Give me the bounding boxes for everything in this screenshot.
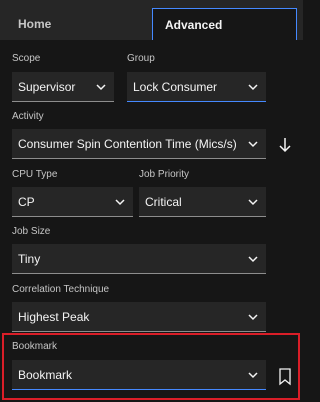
chevron-down-icon: [115, 199, 125, 206]
job-priority-label: Job Priority: [139, 169, 190, 180]
activity-label: Activity: [12, 111, 44, 122]
chevron-down-icon: [248, 256, 258, 263]
scope-value: Supervisor: [18, 80, 76, 94]
job-priority-select[interactable]: Critical: [139, 187, 266, 217]
tab-home[interactable]: Home: [6, 8, 152, 40]
bookmark-value: Bookmark: [18, 368, 73, 382]
bookmark-label: Bookmark: [12, 341, 58, 352]
group-value: Lock Consumer: [133, 80, 218, 94]
bookmark-select[interactable]: Bookmark: [12, 360, 266, 390]
chevron-down-icon: [248, 372, 258, 379]
arrow-down-icon[interactable]: [278, 137, 292, 153]
job-size-label: Job Size: [12, 226, 51, 237]
cpu-type-label: CPU Type: [12, 169, 58, 180]
scope-select[interactable]: Supervisor: [12, 72, 114, 102]
correlation-value: Highest Peak: [18, 310, 90, 324]
cpu-type-value: CP: [18, 195, 35, 209]
activity-select[interactable]: Consumer Spin Contention Time (Mics/s): [12, 129, 266, 159]
tab-advanced[interactable]: Advanced: [152, 8, 297, 40]
chevron-down-icon: [248, 84, 258, 91]
job-size-value: Tiny: [18, 252, 41, 266]
group-label: Group: [127, 53, 155, 64]
job-size-select[interactable]: Tiny: [12, 244, 266, 274]
cpu-type-select[interactable]: CP: [12, 187, 133, 217]
chevron-down-icon: [248, 314, 258, 321]
chevron-down-icon: [248, 199, 258, 206]
chevron-down-icon: [248, 141, 258, 148]
scope-label: Scope: [12, 53, 41, 64]
activity-value: Consumer Spin Contention Time (Mics/s): [18, 137, 237, 151]
chevron-down-icon: [96, 84, 106, 91]
correlation-label: Correlation Technique: [12, 284, 110, 295]
bookmark-icon[interactable]: [278, 368, 292, 386]
group-select[interactable]: Lock Consumer: [127, 72, 266, 102]
job-priority-value: Critical: [145, 195, 182, 209]
tab-bar: Home Advanced: [0, 0, 303, 40]
correlation-select[interactable]: Highest Peak: [12, 302, 266, 332]
